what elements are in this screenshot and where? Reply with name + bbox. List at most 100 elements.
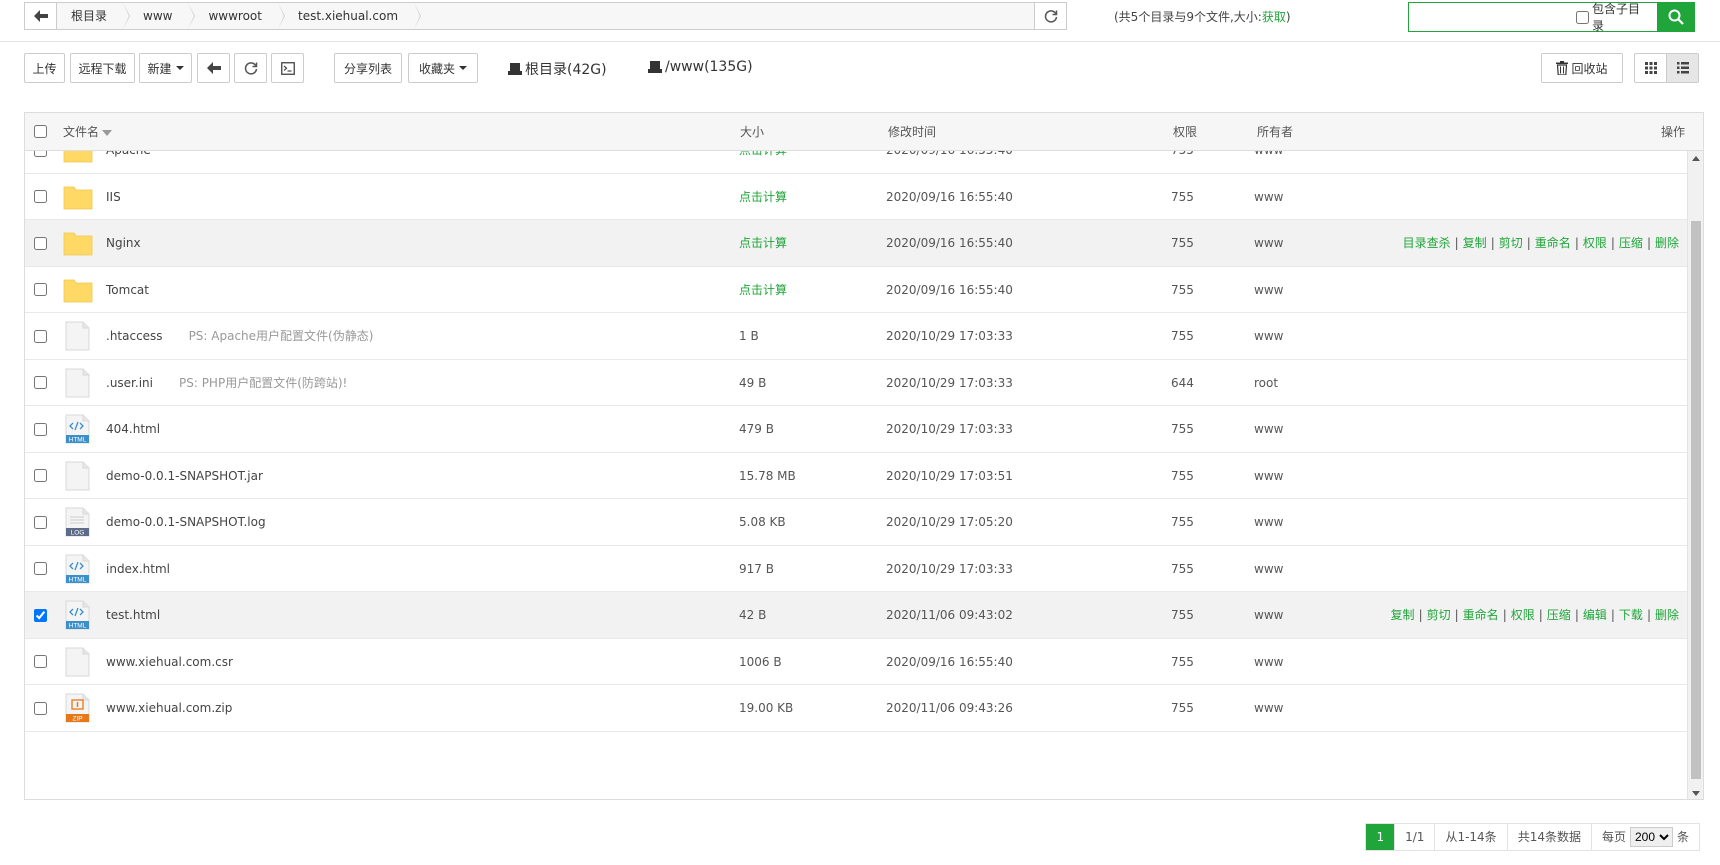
upload-button[interactable]: 上传 [24, 53, 65, 83]
get-size-link[interactable]: 获取 [1262, 10, 1286, 24]
table-scrollbar[interactable] [1687, 151, 1703, 799]
caret-down-icon [175, 66, 184, 70]
row-action-link[interactable]: 压缩 [1619, 236, 1643, 250]
table-row[interactable]: Tomcat 点击计算 2020/09/16 16:55:40 755 www [25, 267, 1687, 314]
terminal-button[interactable] [271, 53, 304, 83]
breadcrumb-item-wwwroot[interactable]: wwwroot [188, 3, 285, 29]
row-action-link[interactable]: 复制 [1463, 236, 1487, 250]
row-action-link[interactable]: 删除 [1655, 236, 1679, 250]
include-subdir-option[interactable]: 包含子目录 [1576, 2, 1657, 33]
row-checkbox[interactable] [34, 236, 47, 250]
table-row[interactable]: HTML test.html 42 B 2020/11/06 09:43:02 755 w… [25, 592, 1687, 639]
file-name[interactable]: www.xiehual.com.zip [106, 701, 232, 715]
table-row[interactable]: www.xiehual.com.csr 1006 B 2020/09/16 16:5… [25, 639, 1687, 685]
table-row[interactable]: .htaccess PS: Apache用户配置文件(伪静态) 1 B 2020/10… [25, 313, 1687, 360]
file-size[interactable]: 点击计算 [739, 220, 787, 267]
file-name[interactable]: www.xiehual.com.csr [106, 655, 233, 669]
file-name[interactable]: Nginx [106, 236, 141, 250]
scroll-down-icon[interactable] [1692, 791, 1700, 796]
file-size: 1 B [739, 329, 759, 343]
row-checkbox[interactable] [34, 655, 47, 669]
include-subdir-checkbox[interactable] [1576, 10, 1589, 24]
table-row[interactable]: Apache 点击计算 2020/09/16 16:55:40 755 www [25, 151, 1687, 174]
file-name[interactable]: .htaccess [106, 329, 163, 343]
search-input[interactable] [1409, 3, 1576, 31]
file-name[interactable]: 404.html [106, 422, 160, 436]
breadcrumb-item-site[interactable]: test.xiehual.com [278, 3, 422, 29]
disk-www[interactable]: /www(135G) [648, 59, 753, 75]
row-checkbox[interactable] [34, 422, 47, 436]
grid-view-button[interactable] [1634, 53, 1667, 83]
scroll-thumb[interactable] [1691, 221, 1701, 779]
toolbar: 上传 远程下载 新建 分享列表 收藏夹 根目录(42G) /www(135G) … [24, 53, 1704, 85]
row-checkbox[interactable] [34, 151, 47, 157]
refresh-button[interactable] [234, 53, 267, 83]
row-action-link[interactable]: 编辑 [1583, 608, 1607, 622]
row-checkbox[interactable] [34, 469, 47, 483]
share-list-button[interactable]: 分享列表 [334, 53, 402, 83]
row-checkbox[interactable] [34, 608, 47, 622]
row-action-link[interactable]: 重命名 [1463, 608, 1499, 622]
select-all-checkbox[interactable] [34, 125, 47, 138]
file-name[interactable]: test.html [106, 608, 160, 622]
row-checkbox[interactable] [34, 701, 47, 715]
remote-download-button[interactable]: 远程下载 [70, 53, 135, 83]
back-button[interactable] [197, 53, 230, 83]
table-row[interactable]: demo-0.0.1-SNAPSHOT.jar 15.78 MB 2020/10/2… [25, 453, 1687, 499]
table-row[interactable]: LOG demo-0.0.1-SNAPSHOT.log 5.08 KB 2020/10… [25, 499, 1687, 546]
file-icon-wrap [63, 461, 93, 494]
row-action-link[interactable]: 目录查杀 [1403, 236, 1451, 250]
new-dropdown-button[interactable]: 新建 [139, 53, 192, 83]
recycle-bin-button[interactable]: 回收站 [1541, 53, 1623, 83]
file-name[interactable]: demo-0.0.1-SNAPSHOT.jar [106, 469, 263, 483]
row-checkbox[interactable] [34, 376, 47, 390]
file-name[interactable]: index.html [106, 562, 170, 576]
row-checkbox[interactable] [34, 190, 47, 204]
row-action-link[interactable]: 复制 [1391, 608, 1415, 622]
row-action-link[interactable]: 权限 [1511, 608, 1535, 622]
favorites-dropdown-button[interactable]: 收藏夹 [408, 53, 478, 83]
table-row[interactable]: Nginx 点击计算 2020/09/16 16:55:40 755 www 目录查杀 | 复… [25, 220, 1687, 267]
row-action-link[interactable]: 剪切 [1499, 236, 1523, 250]
file-size[interactable]: 点击计算 [739, 267, 787, 314]
column-mtime[interactable]: 修改时间 [888, 113, 936, 151]
row-action-link[interactable]: 下载 [1619, 608, 1643, 622]
table-row[interactable]: ZIP www.xiehual.com.zip 19.00 KB 2020/11/06… [25, 685, 1687, 732]
row-action-link[interactable]: 剪切 [1427, 608, 1451, 622]
file-name[interactable]: IIS [106, 190, 121, 204]
file-icon-wrap [63, 275, 93, 308]
column-size[interactable]: 大小 [740, 113, 764, 151]
file-size[interactable]: 点击计算 [739, 174, 787, 221]
file-size[interactable]: 点击计算 [739, 151, 787, 174]
row-checkbox[interactable] [34, 562, 47, 576]
row-action-link[interactable]: 权限 [1583, 236, 1607, 250]
path-back-button[interactable] [25, 3, 57, 29]
row-action-link[interactable]: 重命名 [1535, 236, 1571, 250]
disk-root[interactable]: 根目录(42G) [508, 59, 607, 79]
path-refresh-button[interactable] [1034, 3, 1066, 29]
page-current[interactable]: 1 [1366, 824, 1396, 850]
row-checkbox[interactable] [34, 515, 47, 529]
per-page-select[interactable]: 200 [1629, 827, 1673, 847]
file-name[interactable]: Tomcat [106, 283, 149, 297]
table-row[interactable]: HTML index.html 917 B 2020/10/29 17:03:33 75… [25, 546, 1687, 592]
breadcrumb-item-www[interactable]: www [123, 3, 196, 29]
scroll-up-icon[interactable] [1692, 156, 1700, 161]
column-name[interactable]: 文件名 [63, 113, 113, 151]
table-row[interactable]: HTML 404.html 479 B 2020/10/29 17:03:33 755 w… [25, 406, 1687, 453]
search-button[interactable] [1657, 3, 1694, 31]
file-name[interactable]: demo-0.0.1-SNAPSHOT.log [106, 515, 266, 529]
breadcrumb-item-root[interactable]: 根目录 [57, 3, 131, 29]
file-name[interactable]: Apache [106, 151, 151, 157]
column-perm[interactable]: 权限 [1173, 113, 1197, 151]
recycle-bin-label: 回收站 [1571, 61, 1608, 76]
row-action-link[interactable]: 压缩 [1547, 608, 1571, 622]
table-row[interactable]: .user.ini PS: PHP用户配置文件(防跨站)! 49 B 2020/10/… [25, 360, 1687, 406]
column-owner[interactable]: 所有者 [1257, 113, 1293, 151]
row-checkbox[interactable] [34, 329, 47, 343]
row-action-link[interactable]: 删除 [1655, 608, 1679, 622]
list-view-button[interactable] [1666, 53, 1699, 83]
file-name[interactable]: .user.ini [106, 376, 153, 390]
table-row[interactable]: IIS 点击计算 2020/09/16 16:55:40 755 www [25, 174, 1687, 221]
row-checkbox[interactable] [34, 283, 47, 297]
